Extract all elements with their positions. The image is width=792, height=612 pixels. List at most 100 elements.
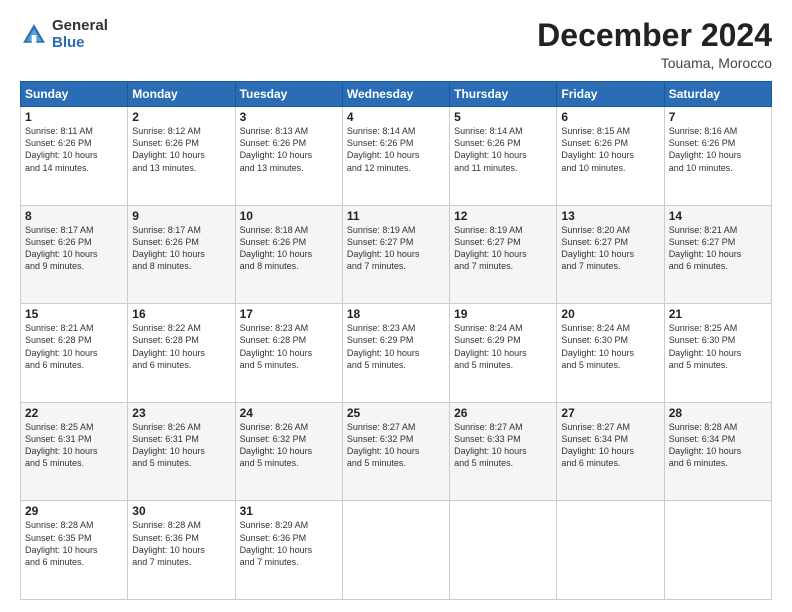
week-row-3: 15Sunrise: 8:21 AM Sunset: 6:28 PM Dayli… <box>21 304 772 403</box>
weekday-header-row: SundayMondayTuesdayWednesdayThursdayFrid… <box>21 82 772 107</box>
calendar-cell: 29Sunrise: 8:28 AM Sunset: 6:35 PM Dayli… <box>21 501 128 600</box>
day-info: Sunrise: 8:12 AM Sunset: 6:26 PM Dayligh… <box>132 125 230 174</box>
day-number: 7 <box>669 110 767 124</box>
day-number: 26 <box>454 406 552 420</box>
day-info: Sunrise: 8:24 AM Sunset: 6:30 PM Dayligh… <box>561 322 659 371</box>
day-info: Sunrise: 8:21 AM Sunset: 6:27 PM Dayligh… <box>669 224 767 273</box>
calendar-table: SundayMondayTuesdayWednesdayThursdayFrid… <box>20 81 772 600</box>
location: Touama, Morocco <box>537 55 772 71</box>
day-info: Sunrise: 8:13 AM Sunset: 6:26 PM Dayligh… <box>240 125 338 174</box>
day-info: Sunrise: 8:25 AM Sunset: 6:31 PM Dayligh… <box>25 421 123 470</box>
calendar-cell <box>342 501 449 600</box>
day-info: Sunrise: 8:23 AM Sunset: 6:28 PM Dayligh… <box>240 322 338 371</box>
day-number: 17 <box>240 307 338 321</box>
day-number: 27 <box>561 406 659 420</box>
day-info: Sunrise: 8:28 AM Sunset: 6:36 PM Dayligh… <box>132 519 230 568</box>
day-info: Sunrise: 8:29 AM Sunset: 6:36 PM Dayligh… <box>240 519 338 568</box>
calendar-cell: 30Sunrise: 8:28 AM Sunset: 6:36 PM Dayli… <box>128 501 235 600</box>
calendar-cell: 31Sunrise: 8:29 AM Sunset: 6:36 PM Dayli… <box>235 501 342 600</box>
calendar-cell <box>664 501 771 600</box>
title-block: December 2024 Touama, Morocco <box>537 18 772 71</box>
calendar-cell: 9Sunrise: 8:17 AM Sunset: 6:26 PM Daylig… <box>128 205 235 304</box>
day-info: Sunrise: 8:19 AM Sunset: 6:27 PM Dayligh… <box>347 224 445 273</box>
week-row-1: 1Sunrise: 8:11 AM Sunset: 6:26 PM Daylig… <box>21 107 772 206</box>
calendar-cell <box>450 501 557 600</box>
day-info: Sunrise: 8:28 AM Sunset: 6:35 PM Dayligh… <box>25 519 123 568</box>
calendar-cell: 7Sunrise: 8:16 AM Sunset: 6:26 PM Daylig… <box>664 107 771 206</box>
calendar-cell: 5Sunrise: 8:14 AM Sunset: 6:26 PM Daylig… <box>450 107 557 206</box>
calendar-cell: 28Sunrise: 8:28 AM Sunset: 6:34 PM Dayli… <box>664 402 771 501</box>
calendar-cell: 15Sunrise: 8:21 AM Sunset: 6:28 PM Dayli… <box>21 304 128 403</box>
day-info: Sunrise: 8:26 AM Sunset: 6:31 PM Dayligh… <box>132 421 230 470</box>
day-number: 20 <box>561 307 659 321</box>
day-number: 25 <box>347 406 445 420</box>
day-info: Sunrise: 8:27 AM Sunset: 6:34 PM Dayligh… <box>561 421 659 470</box>
day-number: 2 <box>132 110 230 124</box>
day-info: Sunrise: 8:14 AM Sunset: 6:26 PM Dayligh… <box>454 125 552 174</box>
calendar-cell: 16Sunrise: 8:22 AM Sunset: 6:28 PM Dayli… <box>128 304 235 403</box>
day-number: 10 <box>240 209 338 223</box>
logo: General Blue <box>20 18 108 51</box>
day-info: Sunrise: 8:25 AM Sunset: 6:30 PM Dayligh… <box>669 322 767 371</box>
calendar-cell: 8Sunrise: 8:17 AM Sunset: 6:26 PM Daylig… <box>21 205 128 304</box>
calendar-cell: 1Sunrise: 8:11 AM Sunset: 6:26 PM Daylig… <box>21 107 128 206</box>
calendar-cell: 27Sunrise: 8:27 AM Sunset: 6:34 PM Dayli… <box>557 402 664 501</box>
day-number: 22 <box>25 406 123 420</box>
day-number: 23 <box>132 406 230 420</box>
day-number: 12 <box>454 209 552 223</box>
calendar-cell: 20Sunrise: 8:24 AM Sunset: 6:30 PM Dayli… <box>557 304 664 403</box>
day-info: Sunrise: 8:16 AM Sunset: 6:26 PM Dayligh… <box>669 125 767 174</box>
calendar-cell: 21Sunrise: 8:25 AM Sunset: 6:30 PM Dayli… <box>664 304 771 403</box>
day-info: Sunrise: 8:15 AM Sunset: 6:26 PM Dayligh… <box>561 125 659 174</box>
day-number: 18 <box>347 307 445 321</box>
day-number: 3 <box>240 110 338 124</box>
week-row-4: 22Sunrise: 8:25 AM Sunset: 6:31 PM Dayli… <box>21 402 772 501</box>
day-info: Sunrise: 8:27 AM Sunset: 6:33 PM Dayligh… <box>454 421 552 470</box>
day-number: 30 <box>132 504 230 518</box>
day-number: 24 <box>240 406 338 420</box>
calendar-cell: 25Sunrise: 8:27 AM Sunset: 6:32 PM Dayli… <box>342 402 449 501</box>
week-row-2: 8Sunrise: 8:17 AM Sunset: 6:26 PM Daylig… <box>21 205 772 304</box>
calendar-cell: 2Sunrise: 8:12 AM Sunset: 6:26 PM Daylig… <box>128 107 235 206</box>
day-number: 31 <box>240 504 338 518</box>
calendar-cell: 3Sunrise: 8:13 AM Sunset: 6:26 PM Daylig… <box>235 107 342 206</box>
day-info: Sunrise: 8:14 AM Sunset: 6:26 PM Dayligh… <box>347 125 445 174</box>
day-number: 11 <box>347 209 445 223</box>
day-info: Sunrise: 8:23 AM Sunset: 6:29 PM Dayligh… <box>347 322 445 371</box>
calendar-cell: 14Sunrise: 8:21 AM Sunset: 6:27 PM Dayli… <box>664 205 771 304</box>
day-number: 6 <box>561 110 659 124</box>
day-number: 5 <box>454 110 552 124</box>
weekday-wednesday: Wednesday <box>342 82 449 107</box>
weekday-tuesday: Tuesday <box>235 82 342 107</box>
page: General Blue December 2024 Touama, Moroc… <box>0 0 792 612</box>
day-info: Sunrise: 8:21 AM Sunset: 6:28 PM Dayligh… <box>25 322 123 371</box>
day-number: 14 <box>669 209 767 223</box>
day-info: Sunrise: 8:27 AM Sunset: 6:32 PM Dayligh… <box>347 421 445 470</box>
calendar-cell: 10Sunrise: 8:18 AM Sunset: 6:26 PM Dayli… <box>235 205 342 304</box>
day-number: 16 <box>132 307 230 321</box>
day-info: Sunrise: 8:22 AM Sunset: 6:28 PM Dayligh… <box>132 322 230 371</box>
weekday-monday: Monday <box>128 82 235 107</box>
calendar-cell: 6Sunrise: 8:15 AM Sunset: 6:26 PM Daylig… <box>557 107 664 206</box>
day-info: Sunrise: 8:26 AM Sunset: 6:32 PM Dayligh… <box>240 421 338 470</box>
day-info: Sunrise: 8:17 AM Sunset: 6:26 PM Dayligh… <box>25 224 123 273</box>
weekday-friday: Friday <box>557 82 664 107</box>
weekday-sunday: Sunday <box>21 82 128 107</box>
day-number: 9 <box>132 209 230 223</box>
calendar-cell <box>557 501 664 600</box>
day-info: Sunrise: 8:20 AM Sunset: 6:27 PM Dayligh… <box>561 224 659 273</box>
weekday-saturday: Saturday <box>664 82 771 107</box>
day-number: 1 <box>25 110 123 124</box>
day-number: 13 <box>561 209 659 223</box>
day-number: 19 <box>454 307 552 321</box>
day-number: 21 <box>669 307 767 321</box>
logo-icon <box>20 21 48 49</box>
calendar-cell: 4Sunrise: 8:14 AM Sunset: 6:26 PM Daylig… <box>342 107 449 206</box>
day-number: 8 <box>25 209 123 223</box>
day-info: Sunrise: 8:24 AM Sunset: 6:29 PM Dayligh… <box>454 322 552 371</box>
day-number: 29 <box>25 504 123 518</box>
week-row-5: 29Sunrise: 8:28 AM Sunset: 6:35 PM Dayli… <box>21 501 772 600</box>
weekday-thursday: Thursday <box>450 82 557 107</box>
calendar-cell: 24Sunrise: 8:26 AM Sunset: 6:32 PM Dayli… <box>235 402 342 501</box>
calendar-cell: 18Sunrise: 8:23 AM Sunset: 6:29 PM Dayli… <box>342 304 449 403</box>
